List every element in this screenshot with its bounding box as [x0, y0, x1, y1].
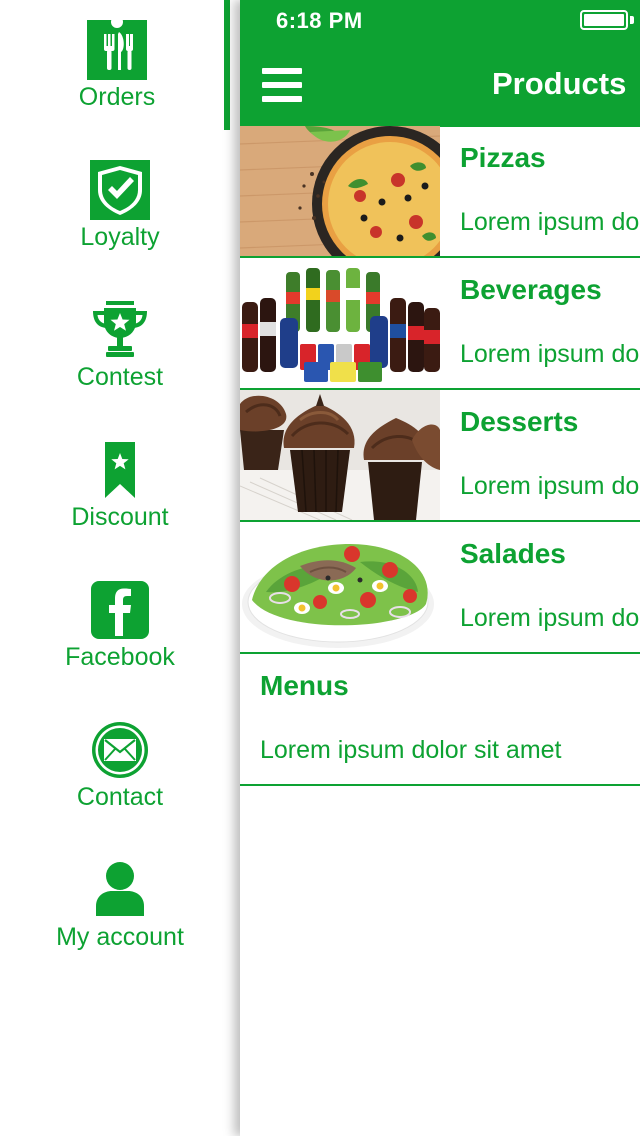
status-time: 6:18 PM — [276, 8, 363, 33]
shield-check-icon — [90, 160, 150, 220]
menu-label-discount: Discount — [71, 503, 169, 531]
menu-label-orders: Orders — [78, 83, 156, 111]
user-icon — [96, 862, 144, 916]
battery-icon — [580, 10, 628, 30]
hamburger-menu-icon[interactable] — [262, 68, 302, 102]
ribbon-star-icon — [105, 442, 135, 498]
salad-image — [240, 522, 440, 652]
page-title: Products — [492, 66, 627, 101]
main-panel: 6:18 PM Products Pizzas Lorem ipsum do B… — [240, 0, 640, 1136]
product-description: Lorem ipsum dolor sit amet — [460, 340, 640, 368]
product-description: Lorem ipsum dolor sit amet — [460, 604, 640, 632]
product-row-salades[interactable]: Salades Lorem ipsum dolor sit amet — [240, 522, 640, 654]
facebook-icon — [91, 581, 149, 639]
pizza-image — [240, 126, 440, 256]
menu-item-contest[interactable]: Contest — [0, 300, 240, 410]
trophy-icon — [93, 301, 147, 357]
cupcakes-image — [240, 390, 440, 520]
product-row-pizzas[interactable]: Pizzas Lorem ipsum dolor sit amet — [240, 126, 640, 258]
menu-label-facebook: Facebook — [65, 643, 175, 671]
battery-tip — [630, 16, 634, 24]
envelope-icon — [92, 722, 148, 778]
product-description: Lorem ipsum dolor sit amet — [460, 208, 640, 236]
product-name: Pizzas — [460, 142, 546, 173]
product-row-desserts[interactable]: Desserts Lorem ipsum dolor sit amet — [240, 390, 640, 522]
menu-label-my-account: My account — [56, 923, 184, 951]
battery-level — [584, 14, 624, 26]
menu-item-discount[interactable]: Discount — [0, 440, 240, 550]
product-description: Lorem ipsum dolor sit amet — [260, 736, 562, 764]
menu-item-contact[interactable]: Contact — [0, 720, 240, 830]
top-header: 6:18 PM Products — [240, 0, 640, 127]
menu-item-my-account[interactable]: My account — [0, 860, 240, 970]
fork-knife-icon — [87, 20, 147, 80]
product-name: Desserts — [460, 406, 579, 437]
side-menu: Orders Loyalty Contest Discount Facebook… — [0, 0, 240, 1136]
menu-label-loyalty: Loyalty — [80, 223, 160, 251]
menu-label-contest: Contest — [76, 363, 164, 391]
product-description: Lorem ipsum dolor sit amet — [460, 472, 640, 500]
product-name: Beverages — [460, 274, 602, 305]
beverages-image — [240, 258, 440, 388]
menu-label-contact: Contact — [76, 783, 164, 811]
product-name: Salades — [460, 538, 566, 569]
menu-item-loyalty[interactable]: Loyalty — [0, 160, 240, 270]
product-row-beverages[interactable]: Beverages Lorem ipsum dolor sit amet — [240, 258, 640, 390]
menu-item-orders[interactable]: Orders — [0, 20, 240, 130]
product-name: Menus — [260, 670, 349, 701]
product-row-menus[interactable]: Menus Lorem ipsum dolor sit amet — [240, 654, 640, 786]
menu-item-facebook[interactable]: Facebook — [0, 580, 240, 690]
